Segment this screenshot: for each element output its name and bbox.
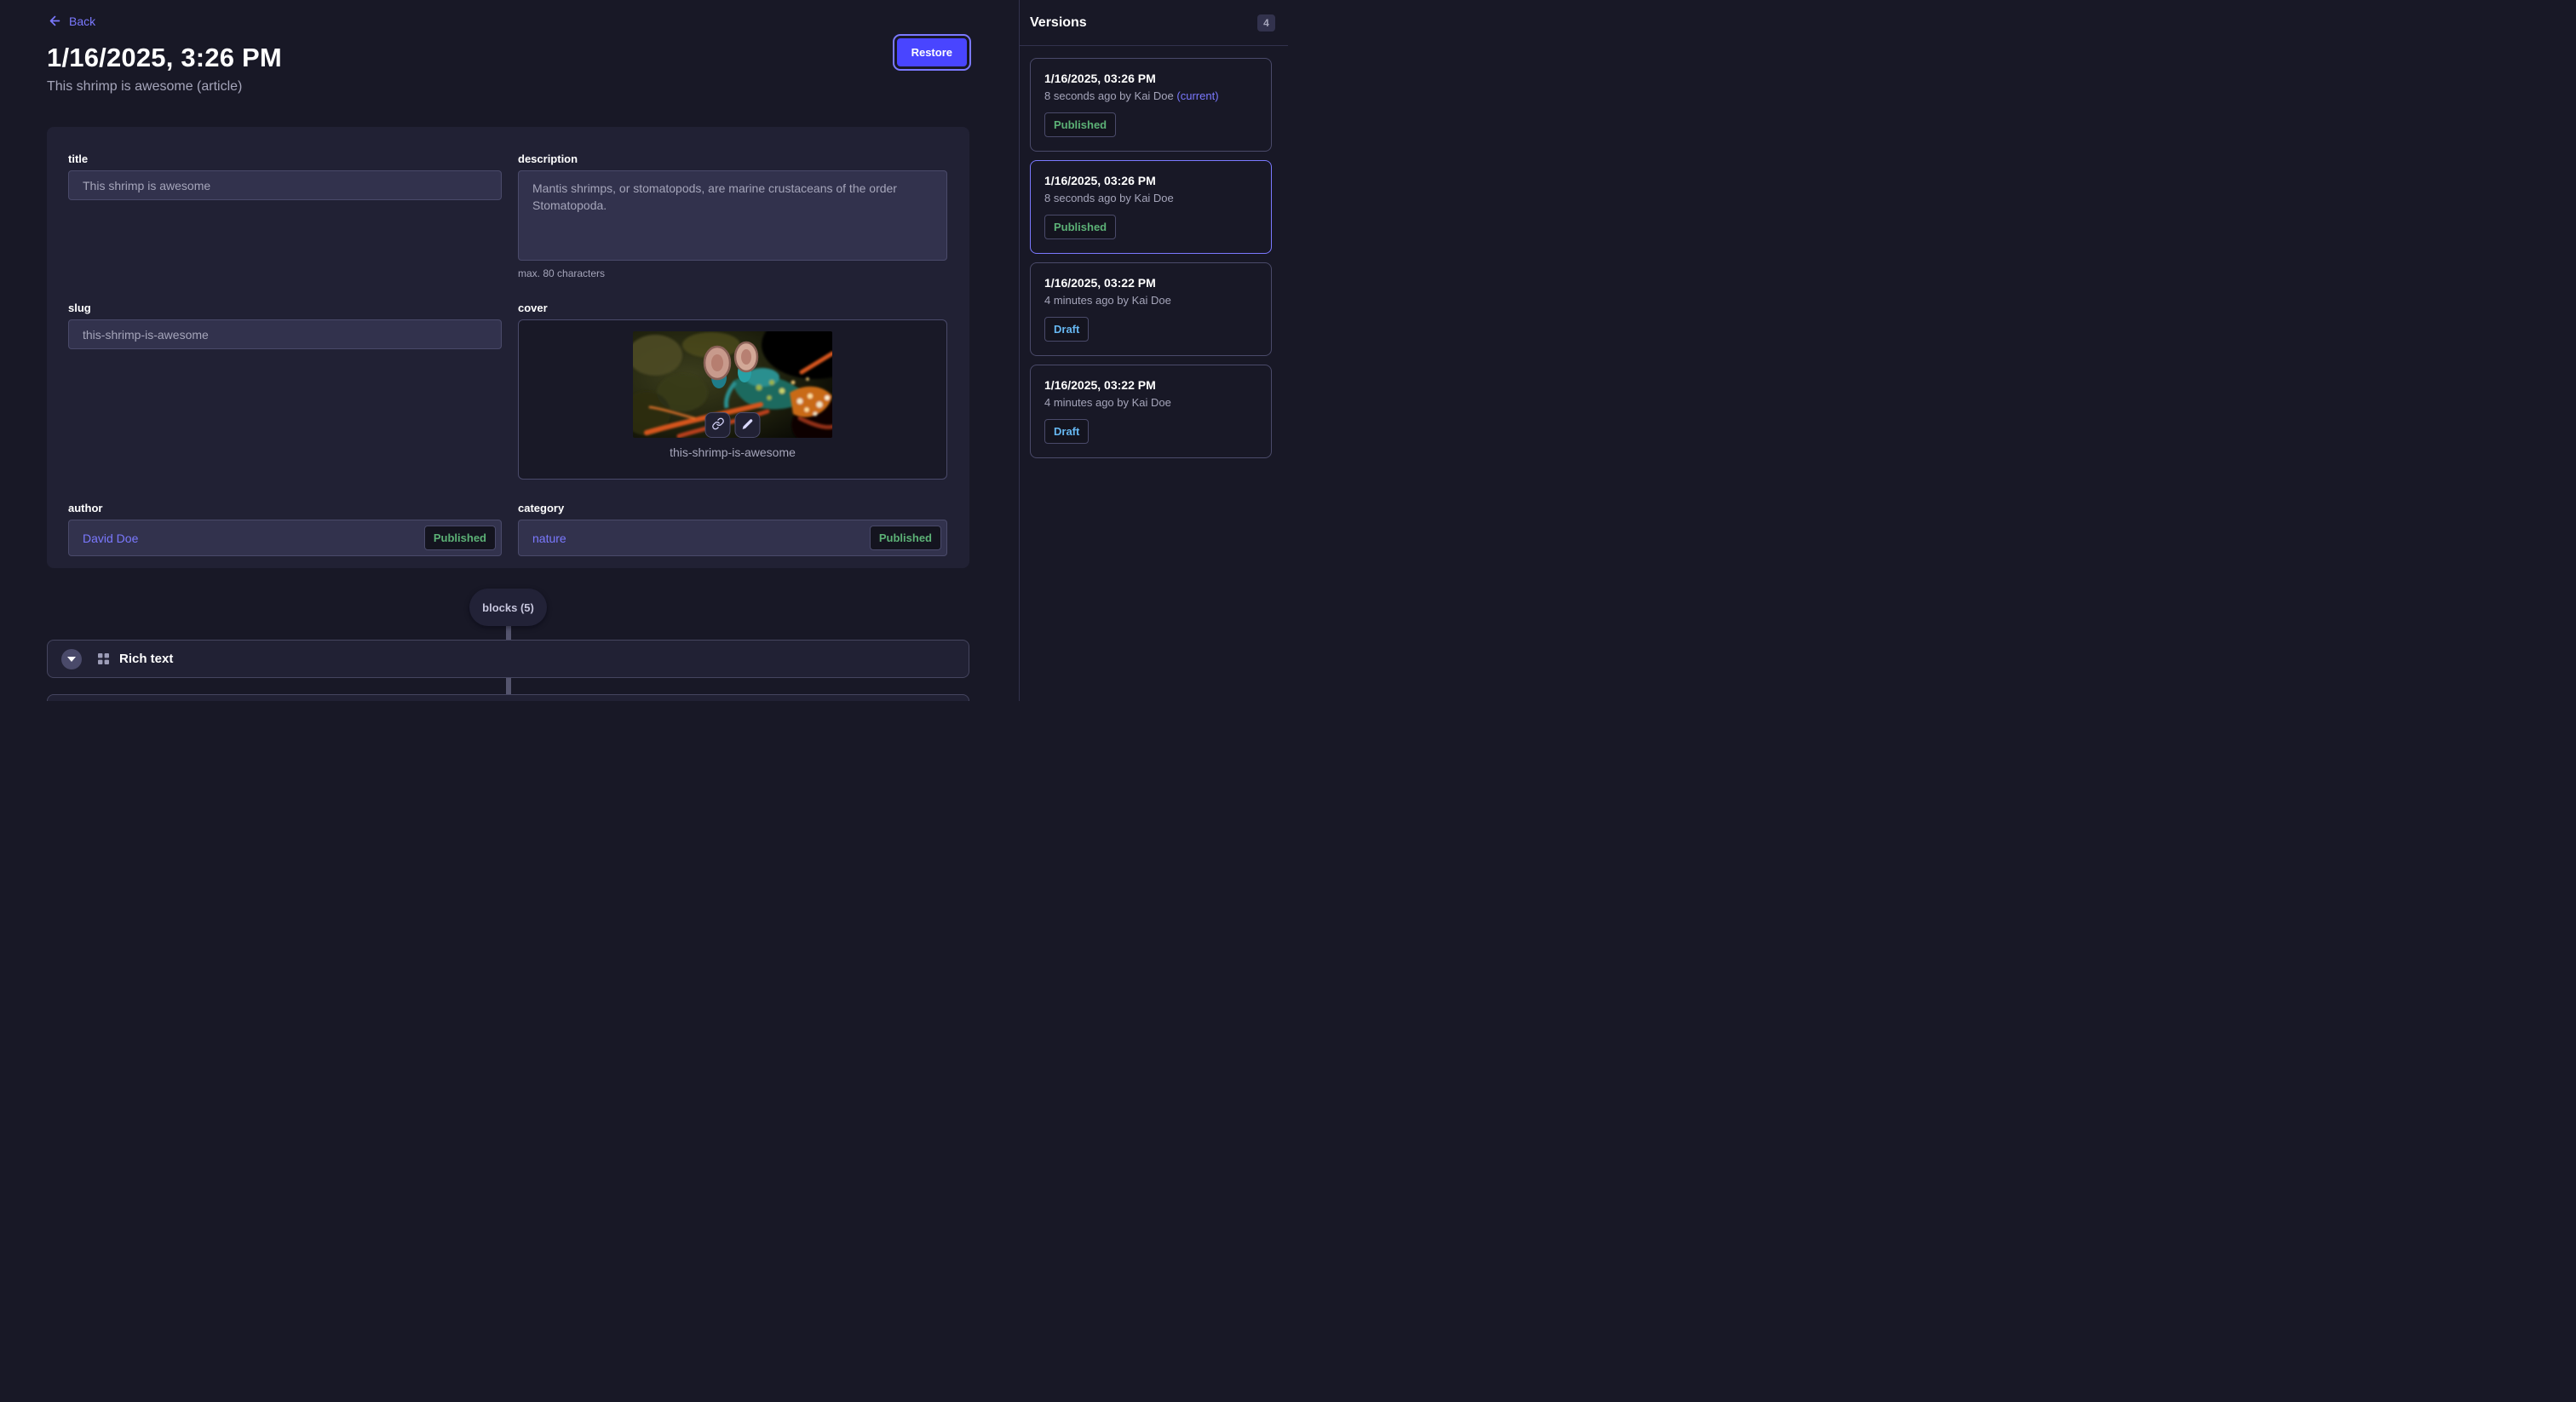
versions-sidebar: Versions 4 1/16/2025, 03:26 PM 8 seconds… bbox=[1019, 0, 1288, 701]
version-meta: 8 seconds ago by Kai Doe bbox=[1044, 192, 1257, 204]
versions-count-badge: 4 bbox=[1257, 14, 1275, 32]
version-date: 1/16/2025, 03:26 PM bbox=[1044, 72, 1257, 85]
title-input[interactable] bbox=[68, 170, 502, 200]
cover-label: cover bbox=[518, 302, 947, 314]
link-icon bbox=[711, 417, 724, 433]
version-meta: 8 seconds ago by Kai Doe (current) bbox=[1044, 89, 1257, 102]
versions-header: Versions 4 bbox=[1020, 0, 1288, 46]
version-history-page: Back 1/16/2025, 3:26 PM This shrimp is a… bbox=[0, 0, 1288, 701]
version-card-3[interactable]: 1/16/2025, 03:22 PM 4 minutes ago by Kai… bbox=[1030, 262, 1272, 356]
version-meta-text: 8 seconds ago by Kai Doe bbox=[1044, 89, 1174, 102]
versions-list: 1/16/2025, 03:26 PM 8 seconds ago by Kai… bbox=[1020, 46, 1288, 458]
blocks-count-pill: blocks (5) bbox=[469, 589, 547, 626]
block-label: Rich text bbox=[119, 652, 173, 666]
back-label: Back bbox=[69, 14, 95, 28]
chevron-down-icon bbox=[67, 657, 76, 662]
description-hint: max. 80 characters bbox=[518, 267, 947, 279]
version-status-badge: Published bbox=[1044, 215, 1116, 239]
accordion-toggle-button[interactable] bbox=[61, 649, 82, 669]
page-title: 1/16/2025, 3:26 PM bbox=[47, 43, 971, 73]
version-date: 1/16/2025, 03:22 PM bbox=[1044, 276, 1257, 290]
version-status-badge: Draft bbox=[1044, 317, 1089, 342]
versions-title: Versions bbox=[1030, 15, 1087, 31]
back-arrow-icon bbox=[48, 14, 62, 28]
restore-button[interactable]: Restore bbox=[897, 38, 967, 66]
category-link[interactable]: nature bbox=[532, 531, 566, 545]
author-label: author bbox=[68, 502, 502, 514]
version-date: 1/16/2025, 03:22 PM bbox=[1044, 378, 1257, 392]
version-meta: 4 minutes ago by Kai Doe bbox=[1044, 294, 1257, 307]
slug-label: slug bbox=[68, 302, 502, 314]
pencil-icon bbox=[742, 418, 754, 433]
version-form-card: title description Mantis shrimps, or sto… bbox=[47, 127, 969, 568]
cover-caption: this-shrimp-is-awesome bbox=[670, 445, 796, 459]
cover-edit-button[interactable] bbox=[735, 412, 761, 438]
author-link[interactable]: David Doe bbox=[83, 531, 138, 545]
version-card-2-selected[interactable]: 1/16/2025, 03:26 PM 8 seconds ago by Kai… bbox=[1030, 160, 1272, 254]
field-category: category nature Published bbox=[518, 502, 947, 556]
version-status-badge: Published bbox=[1044, 112, 1116, 137]
version-status-badge: Draft bbox=[1044, 419, 1089, 444]
current-version-tag: (current) bbox=[1176, 89, 1218, 102]
field-author: author David Doe Published bbox=[68, 502, 502, 556]
cover-media-box: this-shrimp-is-awesome bbox=[518, 319, 947, 480]
version-meta: 4 minutes ago by Kai Doe bbox=[1044, 396, 1257, 409]
category-status-badge: Published bbox=[870, 526, 941, 550]
version-card-4[interactable]: 1/16/2025, 03:22 PM 4 minutes ago by Kai… bbox=[1030, 365, 1272, 458]
slug-input[interactable] bbox=[68, 319, 502, 349]
main-content: Back 1/16/2025, 3:26 PM This shrimp is a… bbox=[0, 0, 1019, 701]
component-grid-icon bbox=[98, 653, 109, 664]
field-title: title bbox=[68, 152, 502, 279]
blocks-section: blocks (5) Rich text Quote - T bbox=[47, 589, 969, 701]
description-textarea[interactable]: Mantis shrimps, or stomatopods, are mari… bbox=[518, 170, 947, 261]
description-label: description bbox=[518, 152, 947, 165]
author-relation-box: David Doe Published bbox=[68, 520, 502, 556]
field-slug: slug bbox=[68, 302, 502, 480]
category-label: category bbox=[518, 502, 947, 514]
author-status-badge: Published bbox=[424, 526, 496, 550]
page-header: Back 1/16/2025, 3:26 PM This shrimp is a… bbox=[0, 0, 1019, 95]
blocks-connector-line bbox=[506, 678, 511, 694]
back-link[interactable]: Back bbox=[48, 14, 95, 28]
cover-image bbox=[633, 331, 832, 438]
cover-actions bbox=[705, 412, 761, 438]
block-row-quote[interactable]: Quote - Thelonius Monk bbox=[47, 694, 969, 701]
category-relation-box: nature Published bbox=[518, 520, 947, 556]
version-card-1[interactable]: 1/16/2025, 03:26 PM 8 seconds ago by Kai… bbox=[1030, 58, 1272, 152]
title-label: title bbox=[68, 152, 502, 165]
page-subtitle: This shrimp is awesome (article) bbox=[47, 79, 971, 95]
blocks-connector-line bbox=[506, 626, 511, 640]
version-date: 1/16/2025, 03:26 PM bbox=[1044, 174, 1257, 187]
field-cover: cover bbox=[518, 302, 947, 480]
cover-link-button[interactable] bbox=[705, 412, 731, 438]
field-description: description Mantis shrimps, or stomatopo… bbox=[518, 152, 947, 279]
block-row-rich-text[interactable]: Rich text bbox=[47, 640, 969, 678]
